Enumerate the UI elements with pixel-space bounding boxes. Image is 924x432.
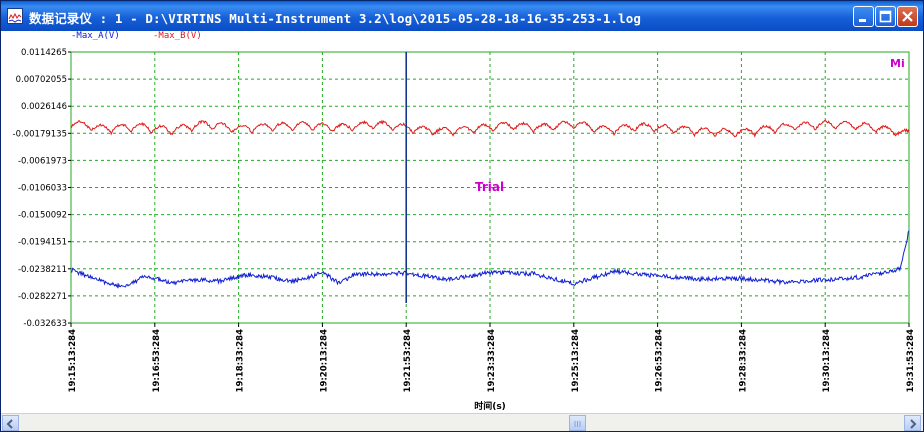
- line-chart[interactable]: 0.01142650.007020550.0026146-0.00179135-…: [1, 31, 923, 413]
- y-tick-label: -0.0106033: [18, 184, 67, 194]
- window-title: 数据记录仪 : 1 - D:\VIRTINS Multi-Instrument …: [29, 11, 642, 26]
- x-tick-label: 19:15:13:284: [68, 329, 78, 393]
- y-tick-label: -0.0194151: [18, 238, 67, 248]
- minimize-button[interactable]: [853, 6, 874, 27]
- y-tick-label: -0.00179135: [13, 129, 67, 139]
- title-bar[interactable]: 数据记录仪 : 1 - D:\VIRTINS Multi-Instrument …: [1, 1, 923, 31]
- y-tick-label: -0.0061973: [18, 156, 67, 166]
- x-tick-label: 19:26:53:284: [655, 329, 665, 393]
- chart-area: -Max_A(V) -Max_B(V) 0.0114265 0.00702055 0…: [1, 31, 923, 413]
- y-axis-ticks: 0.0114265 0.00702055 0.0026146 -0.00179135 -…: [13, 48, 71, 329]
- y-tick-label: 0.00702055: [16, 75, 67, 85]
- close-button[interactable]: [897, 6, 918, 27]
- scroll-thumb[interactable]: [569, 415, 586, 431]
- x-tick-label: 19:18:33:284: [236, 329, 246, 393]
- x-axis-ticks: 19:15:13:284 19:16:53:284 19:18:33:284 19:2…: [68, 323, 916, 392]
- maximize-button[interactable]: [875, 6, 896, 27]
- y-tick-label: -0.0282271: [18, 292, 67, 302]
- x-tick-label: 19:28:33:284: [738, 329, 748, 393]
- x-tick-label: 19:23:33:284: [487, 329, 497, 393]
- trial-watermark: Trial: [475, 180, 504, 194]
- close-icon: [902, 11, 913, 22]
- x-tick-label: 19:30:13:284: [822, 329, 832, 393]
- x-axis-label: 时间(s): [474, 400, 506, 412]
- y-tick-label: 0.0026146: [21, 102, 67, 112]
- grip-icon: [574, 421, 581, 427]
- corner-mark: Mi: [890, 57, 905, 70]
- minimize-icon: [859, 19, 866, 22]
- y-tick-label: -0.032633: [23, 319, 67, 329]
- x-tick-label: 19:16:53:284: [152, 329, 162, 393]
- y-tick-label: -0.0150092: [18, 211, 67, 221]
- x-tick-label: 19:20:13:284: [319, 329, 329, 393]
- scroll-right-button[interactable]: [904, 415, 921, 431]
- x-tick-label: 19:31:53:284: [906, 329, 916, 393]
- y-tick-label: 0.0114265: [21, 48, 67, 58]
- scroll-left-button[interactable]: [2, 415, 19, 431]
- scroll-right-arrow-icon: [910, 419, 917, 429]
- scroll-left-arrow-icon: [6, 419, 13, 429]
- maximize-icon: [879, 10, 892, 23]
- chart-log-icon: [7, 8, 23, 24]
- data-logger-window: 数据记录仪 : 1 - D:\VIRTINS Multi-Instrument …: [0, 0, 924, 432]
- x-tick-label: 19:21:53:284: [403, 329, 413, 393]
- x-tick-label: 19:25:13:284: [571, 329, 581, 393]
- y-tick-label: -0.0238211: [18, 265, 67, 275]
- horizontal-scrollbar[interactable]: [1, 413, 923, 431]
